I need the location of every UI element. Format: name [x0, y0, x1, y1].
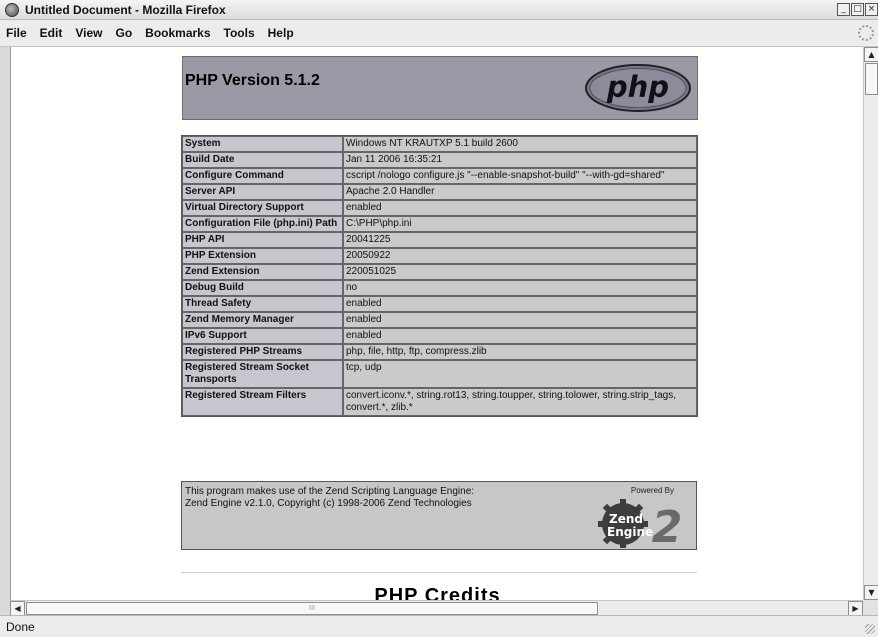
close-button[interactable]: ×	[865, 3, 878, 16]
row-value: no	[343, 280, 697, 296]
table-row: Registered Stream Socket Transports tcp, …	[182, 360, 697, 388]
scroll-up-button[interactable]: ▲	[864, 47, 878, 62]
row-value: cscript /nologo configure.js "--enable-s…	[343, 168, 697, 184]
content-viewport[interactable]: PHP Version 5.1.2 php System Windows NT K…	[10, 47, 863, 600]
window-left-edge	[0, 47, 10, 615]
zend-engine-logo-icon: 2 Zend Engine	[598, 499, 683, 548]
throbber-icon	[858, 25, 874, 41]
row-key: Virtual Directory Support	[182, 200, 343, 216]
scrollbar-corner	[863, 600, 878, 615]
table-row: Debug Build no	[182, 280, 697, 296]
window-title: Untitled Document - Mozilla Firefox	[25, 2, 226, 17]
row-key: System	[182, 136, 343, 152]
row-key: Configure Command	[182, 168, 343, 184]
table-row: Configure Command cscript /nologo configu…	[182, 168, 697, 184]
row-value: 20041225	[343, 232, 697, 248]
firefox-icon	[5, 2, 19, 17]
section-divider	[181, 572, 697, 573]
row-value: convert.iconv.*, string.rot13, string.to…	[343, 388, 697, 416]
window-titlebar[interactable]: Untitled Document - Mozilla Firefox _ □ …	[0, 0, 878, 20]
row-key: Registered Stream Filters	[182, 388, 343, 416]
php-credits-heading: PHP Credits	[374, 585, 501, 600]
table-row: System Windows NT KRAUTXP 5.1 build 2600	[182, 136, 697, 152]
zend-logo-word-1: Zend	[609, 512, 643, 526]
menu-help[interactable]: Help	[268, 26, 294, 40]
menu-file[interactable]: File	[6, 26, 27, 40]
table-row: PHP Extension 20050922	[182, 248, 697, 264]
menu-edit[interactable]: Edit	[40, 26, 63, 40]
row-value: Apache 2.0 Handler	[343, 184, 697, 200]
row-value: enabled	[343, 296, 697, 312]
table-row: Zend Memory Manager enabled	[182, 312, 697, 328]
table-row: Thread Safety enabled	[182, 296, 697, 312]
minimize-button[interactable]: _	[837, 3, 850, 16]
status-text: Done	[6, 620, 35, 634]
row-value: Windows NT KRAUTXP 5.1 build 2600	[343, 136, 697, 152]
horizontal-scroll-thumb[interactable]: III	[26, 602, 598, 615]
php-version-title: PHP Version 5.1.2	[185, 72, 320, 89]
zend-engine-box: This program makes use of the Zend Scrip…	[181, 481, 697, 550]
status-bar: Done	[0, 615, 878, 637]
scroll-left-button[interactable]: ◀	[10, 601, 25, 616]
menu-bar: File Edit View Go Bookmarks Tools Help	[0, 20, 878, 47]
table-row: Server API Apache 2.0 Handler	[182, 184, 697, 200]
table-row: Configuration File (php.ini) Path C:\PHP\…	[182, 216, 697, 232]
row-key: Server API	[182, 184, 343, 200]
maximize-button[interactable]: □	[851, 3, 864, 16]
row-value: enabled	[343, 200, 697, 216]
row-key: Configuration File (php.ini) Path	[182, 216, 343, 232]
row-value: 220051025	[343, 264, 697, 280]
scroll-right-button[interactable]: ▶	[848, 601, 863, 616]
menu-tools[interactable]: Tools	[224, 26, 255, 40]
row-value: C:\PHP\php.ini	[343, 216, 697, 232]
row-key: Zend Extension	[182, 264, 343, 280]
row-value: enabled	[343, 328, 697, 344]
zend-logo-word-2: Engine	[607, 525, 653, 539]
php-info-table: System Windows NT KRAUTXP 5.1 build 2600 B…	[181, 135, 698, 417]
table-row: Registered Stream Filters convert.iconv.*…	[182, 388, 697, 416]
row-key: IPv6 Support	[182, 328, 343, 344]
row-value: php, file, http, ftp, compress.zlib	[343, 344, 697, 360]
table-row: PHP API 20041225	[182, 232, 697, 248]
php-version-header: PHP Version 5.1.2 php	[182, 56, 698, 120]
table-row: Virtual Directory Support enabled	[182, 200, 697, 216]
php-logo-icon: php	[585, 64, 691, 112]
row-value: Jan 11 2006 16:35:21	[343, 152, 697, 168]
table-row: IPv6 Support enabled	[182, 328, 697, 344]
row-key: PHP Extension	[182, 248, 343, 264]
row-key: Thread Safety	[182, 296, 343, 312]
table-row: Build Date Jan 11 2006 16:35:21	[182, 152, 697, 168]
row-key: Registered Stream Socket Transports	[182, 360, 343, 388]
row-key: PHP API	[182, 232, 343, 248]
menu-view[interactable]: View	[75, 26, 102, 40]
row-key: Registered PHP Streams	[182, 344, 343, 360]
resize-grip-icon[interactable]	[865, 624, 875, 634]
row-value: tcp, udp	[343, 360, 697, 388]
row-key: Debug Build	[182, 280, 343, 296]
row-key: Zend Memory Manager	[182, 312, 343, 328]
menu-bookmarks[interactable]: Bookmarks	[145, 26, 210, 40]
row-value: enabled	[343, 312, 697, 328]
scroll-down-button[interactable]: ▼	[864, 585, 878, 600]
row-key: Build Date	[182, 152, 343, 168]
row-value: 20050922	[343, 248, 697, 264]
zend-logo-number: 2	[652, 502, 683, 548]
menu-go[interactable]: Go	[115, 26, 132, 40]
table-row: Registered PHP Streams php, file, http, f…	[182, 344, 697, 360]
table-row: Zend Extension 220051025	[182, 264, 697, 280]
horizontal-scrollbar[interactable]: ◀ III ▶	[10, 600, 863, 616]
vertical-scrollbar[interactable]: ▲ ▼	[863, 47, 878, 600]
vertical-scroll-thumb[interactable]	[865, 63, 878, 95]
window-controls: _ □ ×	[836, 3, 878, 16]
php-logo-text: php	[606, 70, 669, 104]
